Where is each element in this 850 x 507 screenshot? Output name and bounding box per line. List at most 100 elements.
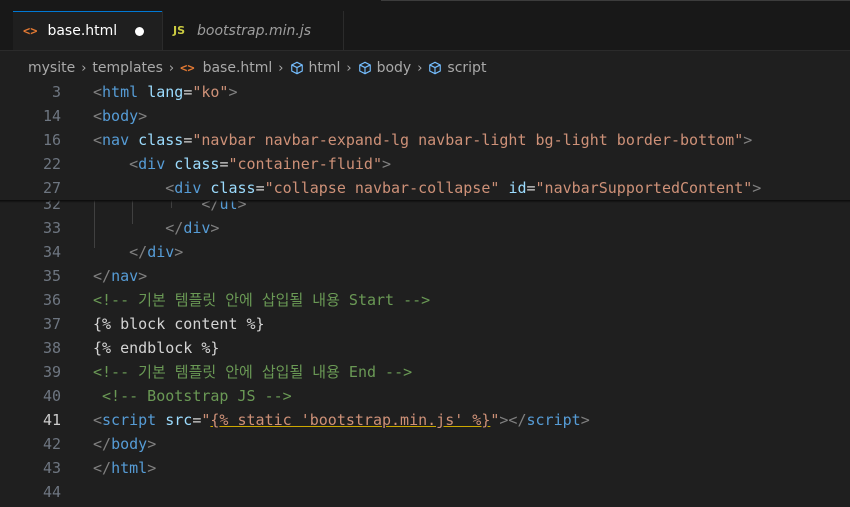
code-token: > — [210, 219, 220, 237]
code-token: "ko" — [192, 83, 229, 101]
tab-base-html[interactable]: <> base.html — [13, 11, 162, 50]
symbol-element-icon — [358, 61, 371, 75]
code-token: script — [526, 411, 581, 429]
code-line[interactable]: 42 </body> — [0, 432, 850, 456]
code-token: {% block content %} — [93, 315, 265, 333]
code-token: > — [743, 131, 753, 149]
code-token: > — [752, 179, 762, 197]
code-token: html — [111, 459, 148, 477]
code-token: < — [165, 179, 175, 197]
breadcrumb-item-templates[interactable]: templates — [92, 60, 163, 76]
line-number: 43 — [42, 459, 61, 477]
code-token: = — [183, 83, 193, 101]
code-line[interactable]: 33 </div> — [0, 216, 850, 240]
code-text: </body> — [93, 432, 156, 456]
code-line[interactable]: 37 {% block content %} — [0, 312, 850, 336]
code-token: "collapse navbar-collapse" — [264, 179, 500, 197]
line-number: 38 — [42, 339, 61, 357]
line-number: 3 — [51, 83, 61, 101]
code-token: > — [147, 435, 157, 453]
line-number: 14 — [42, 107, 61, 125]
code-token: > — [174, 243, 184, 261]
line-number: 16 — [42, 131, 61, 149]
line-number: 35 — [42, 267, 61, 285]
chevron-right-icon: › — [417, 60, 423, 76]
code-line[interactable]: 34 </div> — [0, 240, 850, 264]
unsaved-dot-icon[interactable] — [135, 26, 145, 36]
chevron-right-icon: › — [278, 60, 284, 76]
code-token: div — [147, 243, 175, 261]
line-number: 40 — [42, 387, 61, 405]
code-line[interactable]: 40 <!-- Bootstrap JS --> — [0, 384, 850, 408]
code-token: "navbar navbar-expand-lg navbar-light bg… — [192, 131, 744, 149]
code-token: div — [138, 155, 166, 173]
code-token: "container-fluid" — [228, 155, 382, 173]
code-token: < — [93, 131, 103, 149]
line-number: 33 — [42, 219, 61, 237]
line-number: 39 — [42, 363, 61, 381]
code-token: > — [228, 83, 238, 101]
code-token: body — [102, 107, 139, 125]
code-line[interactable]: 16 <nav class="navbar navbar-expand-lg na… — [0, 128, 850, 152]
code-token: class — [174, 155, 220, 173]
tab-bootstrap-min-js[interactable]: JS bootstrap.min.js — [162, 11, 344, 50]
code-editor[interactable]: 3 <html lang="ko"> 14 <body> 16 <nav class="n… — [0, 80, 850, 507]
code-token: src — [165, 411, 193, 429]
code-token: = — [526, 179, 536, 197]
code-line[interactable]: 27 <div class="collapse navbar-collapse"… — [0, 176, 850, 200]
code-token: nav — [111, 267, 139, 285]
chevron-right-icon: › — [346, 60, 352, 76]
tab-bar-divider — [381, 0, 850, 1]
tab-label: base.html — [47, 23, 118, 39]
code-token: < — [93, 83, 103, 101]
code-text: <div class="container-fluid"> — [93, 152, 391, 176]
breadcrumb-item-mysite[interactable]: mysite — [28, 60, 75, 76]
code-line[interactable]: 43 </html> — [0, 456, 850, 480]
code-token: {% endblock %} — [93, 339, 220, 357]
code-token: </ — [93, 267, 112, 285]
code-line[interactable]: 22 <div class="container-fluid"> — [0, 152, 850, 176]
indent-guide — [94, 200, 95, 248]
code-line[interactable]: 41 <script src="{% static 'bootstrap.min.… — [0, 408, 850, 432]
code-token: > — [147, 459, 157, 477]
breadcrumb-item-script[interactable]: script — [428, 60, 486, 76]
code-line[interactable]: 36 <!-- 기본 템플릿 안에 삽입될 내용 Start --> — [0, 288, 850, 312]
code-text: <!-- 기본 템플릿 안에 삽입될 내용 End --> — [93, 360, 412, 384]
js-file-icon: JS — [173, 24, 186, 37]
line-number: 34 — [42, 243, 61, 261]
breadcrumb-item-html[interactable]: html — [290, 60, 340, 76]
code-line[interactable]: 39 <!-- 기본 템플릿 안에 삽입될 내용 End --> — [0, 360, 850, 384]
code-token: html — [102, 83, 139, 101]
breadcrumb-item-body[interactable]: body — [358, 60, 411, 76]
code-line[interactable]: 3 <html lang="ko"> — [0, 80, 850, 104]
code-text: {% block content %} — [93, 312, 265, 336]
code-token: </ — [129, 243, 148, 261]
code-text: <html lang="ko"> — [93, 80, 238, 104]
tab-bar: <> base.html JS bootstrap.min.js — [0, 0, 850, 51]
code-text: <div class="collapse navbar-collapse" id… — [93, 176, 761, 200]
code-text: </nav> — [93, 264, 147, 288]
code-text: <!-- 기본 템플릿 안에 삽입될 내용 Start --> — [93, 288, 430, 312]
symbol-element-icon — [290, 61, 303, 75]
code-token: class — [138, 131, 184, 149]
code-token: {% static 'bootstrap.min.js' %} — [210, 411, 491, 429]
breadcrumb-item-base-html[interactable]: <> base.html — [180, 60, 272, 76]
code-line[interactable]: 44 — [0, 480, 850, 504]
code-token: > — [138, 107, 148, 125]
code-line[interactable]: 38 {% endblock %} — [0, 336, 850, 360]
code-text: <body> — [93, 104, 147, 128]
html-file-icon: <> — [180, 61, 195, 75]
code-line[interactable]: 35 </nav> — [0, 264, 850, 288]
line-number: 41 — [42, 411, 61, 429]
chevron-right-icon: › — [81, 60, 87, 76]
code-line[interactable]: 14 <body> — [0, 104, 850, 128]
code-token: nav — [102, 131, 130, 149]
code-token: ></ — [499, 411, 527, 429]
code-token: </ — [165, 219, 184, 237]
code-text: {% endblock %} — [93, 336, 219, 360]
